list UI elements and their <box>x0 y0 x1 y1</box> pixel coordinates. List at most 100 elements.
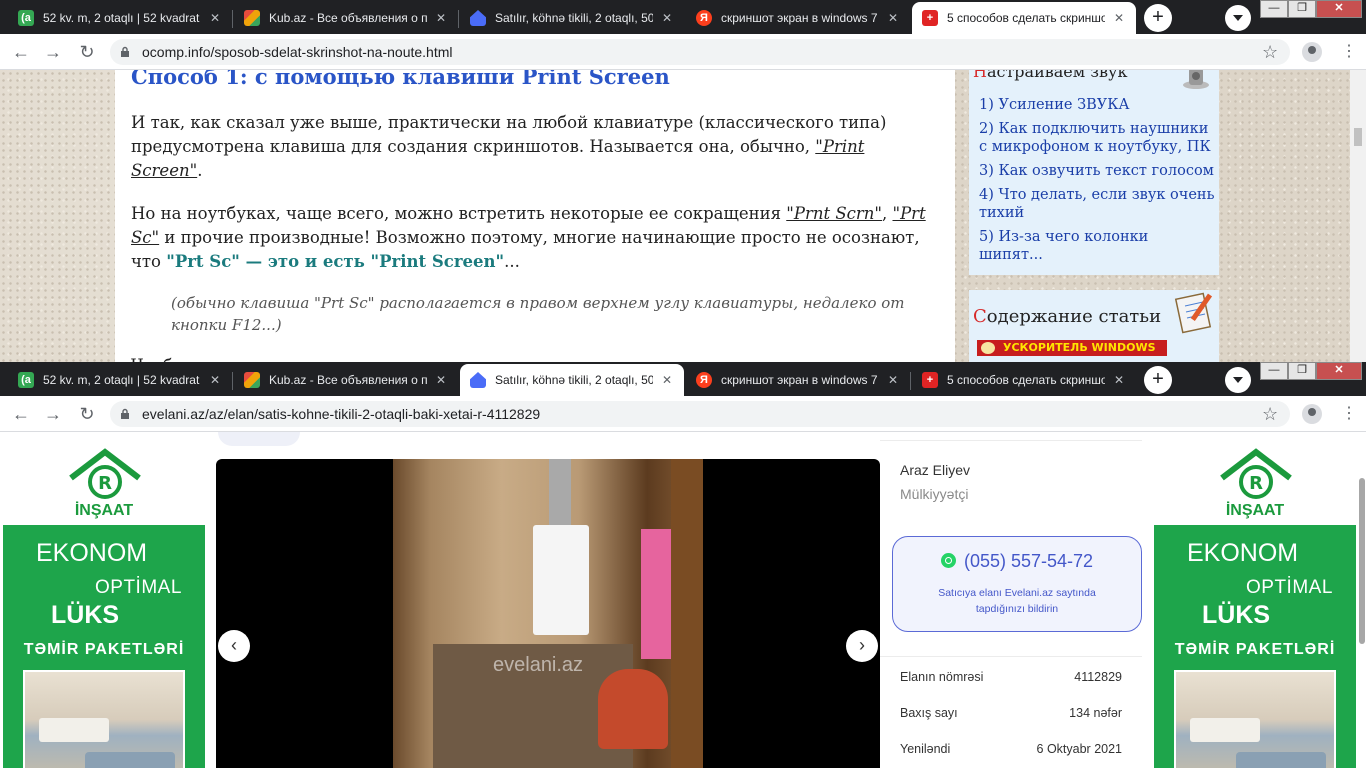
highlight-text: "Prt Sc" — это и есть "Print Screen" <box>166 252 505 271</box>
address-bar[interactable]: ocomp.info/sposob-sdelat-skrinshot-na-no… <box>110 39 1290 65</box>
tab-close-icon[interactable]: ✕ <box>207 372 223 388</box>
ad-brand: İNŞAAT <box>1225 502 1285 519</box>
tab-close-icon[interactable]: ✕ <box>433 372 449 388</box>
ad-banner-left[interactable]: R İNŞAAT EKONOM OPTİMAL LÜKS TƏMİR PAKET… <box>3 440 205 768</box>
sidebar-link[interactable]: 3) Как озвучить текст голосом <box>979 162 1215 180</box>
top-pill <box>218 432 300 446</box>
tab-search-icon[interactable] <box>1225 367 1251 393</box>
site-favicon-icon <box>244 372 260 388</box>
tab-strip: (a 52 kv. m, 2 otaqlı | 52 kvadrat m ✕ K… <box>0 0 1366 34</box>
bookmark-star-icon[interactable]: ☆ <box>1262 403 1278 425</box>
close-window-button[interactable]: ✕ <box>1316 362 1362 380</box>
tab-5-sposobov[interactable]: + 5 способов сделать скриншот ✕ <box>912 2 1136 34</box>
reload-icon[interactable]: ↻ <box>76 41 98 63</box>
tab-satilir[interactable]: Satılır, köhnə tikili, 2 otaqlı, 50 ✕ <box>460 364 684 396</box>
house-logo-icon: R <box>69 448 141 499</box>
svg-text:R: R <box>1249 473 1263 494</box>
ad-banner-right[interactable]: R İNŞAAT EKONOM OPTİMAL LÜKS TƏMİR PAKET… <box>1154 440 1356 768</box>
maximize-button[interactable]: ❐ <box>1288 0 1316 18</box>
forward-arrow-icon[interactable]: → <box>42 41 64 63</box>
page-content-ocomp: Способ 1: с помощью клавиши Print Screen… <box>0 70 1366 362</box>
tab-close-icon[interactable]: ✕ <box>433 10 449 26</box>
tab-satilir[interactable]: Satılır, köhnə tikili, 2 otaqlı, 50 ✕ <box>460 2 684 34</box>
site-favicon-icon: (a <box>18 372 34 388</box>
tab-title: скриншот экран в windows 7 <box>721 373 878 387</box>
scrollbar[interactable] <box>1350 70 1366 362</box>
yandex-favicon-icon: Я <box>696 10 712 26</box>
tab-title: 5 способов сделать скриншот <box>947 11 1105 25</box>
tab-search-icon[interactable] <box>1225 5 1251 31</box>
maximize-button[interactable]: ❐ <box>1288 362 1316 380</box>
tab-close-icon[interactable]: ✕ <box>1111 372 1127 388</box>
lock-icon <box>121 408 129 419</box>
tab-title: Kub.az - Все объявления о пр <box>269 11 427 25</box>
tab-strip: (a 52 kv. m, 2 otaqlı | 52 kvadrat m ✕ K… <box>0 362 1366 396</box>
gallery-next-button[interactable]: › <box>846 630 878 662</box>
tab-close-icon[interactable]: ✕ <box>659 372 675 388</box>
tab-yandex-search[interactable]: Я скриншот экран в windows 7 ✕ <box>686 364 911 396</box>
sidebar-link[interactable]: 4) Что делать, если звук очень тихий <box>979 186 1215 222</box>
yandex-favicon-icon: Я <box>696 372 712 388</box>
ocomp-favicon-icon: + <box>922 372 938 388</box>
phone-number[interactable]: (055) 557-54-72 <box>893 551 1141 572</box>
prnt-scrn-link[interactable]: "Prnt Scrn" <box>786 204 882 223</box>
tab-close-icon[interactable]: ✕ <box>885 10 901 26</box>
tab-close-icon[interactable]: ✕ <box>1111 10 1127 26</box>
tab-close-icon[interactable]: ✕ <box>207 10 223 26</box>
tab-close-icon[interactable]: ✕ <box>885 372 901 388</box>
minimize-button[interactable]: — <box>1260 362 1288 380</box>
scrollbar[interactable] <box>1356 432 1366 768</box>
tab-52-kv-m[interactable]: (a 52 kv. m, 2 otaqlı | 52 kvadrat m ✕ <box>8 2 233 34</box>
ocomp-favicon-icon: + <box>922 10 938 26</box>
detail-row: Elanın nömrəsi 4112829 <box>900 670 1122 684</box>
ad-room-image <box>23 670 185 768</box>
back-arrow-icon[interactable]: ← <box>10 403 32 425</box>
url-text: evelani.az/az/elan/satis-kohne-tikili-2-… <box>142 406 541 422</box>
sidebar-link[interactable]: 5) Из-за чего колонки шипят... <box>979 228 1215 264</box>
photo-gallery[interactable]: evelani.az ‹ › <box>216 459 880 768</box>
forward-arrow-icon[interactable]: → <box>42 403 64 425</box>
sidebar-contents-widget: Содержание статьи УСКОРИТЕЛЬ WINDOWS <box>969 290 1219 362</box>
phone-box[interactable]: (055) 557-54-72 Satıcıya elanı Evelani.a… <box>892 536 1142 632</box>
tab-kub-az[interactable]: Kub.az - Все объявления о пр ✕ <box>234 364 458 396</box>
close-window-button[interactable]: ✕ <box>1316 0 1362 18</box>
detail-row: Baxış sayı 134 nəfər <box>900 706 1122 720</box>
ad-room-image <box>1174 670 1336 768</box>
minimize-button[interactable]: — <box>1260 0 1288 18</box>
windows-accelerator-banner[interactable]: УСКОРИТЕЛЬ WINDOWS <box>977 340 1167 356</box>
article-body: Способ 1: с помощью клавиши Print Screen… <box>115 70 955 362</box>
menu-kebab-icon[interactable]: ⋮ <box>1341 42 1357 62</box>
tab-kub-az[interactable]: Kub.az - Все объявления о пр ✕ <box>234 2 459 34</box>
phone-note: Satıcıya elanı Evelani.az saytında tapdı… <box>938 587 1096 615</box>
tab-52-kv-m[interactable]: (a 52 kv. m, 2 otaqlı | 52 kvadrat m ✕ <box>8 364 233 396</box>
new-tab-button[interactable]: + <box>1144 366 1172 394</box>
tab-title: скриншот экран в windows 7 <box>721 11 878 25</box>
bookmark-star-icon[interactable]: ☆ <box>1262 41 1278 63</box>
tab-5-sposobov[interactable]: + 5 способов сделать скриншот ✕ <box>912 364 1136 396</box>
reload-icon[interactable]: ↻ <box>76 403 98 425</box>
gallery-prev-button[interactable]: ‹ <box>218 630 250 662</box>
ad-brand: İNŞAAT <box>74 502 134 519</box>
tab-close-icon[interactable]: ✕ <box>659 10 675 26</box>
seller-role: Mülkiyyətçi <box>900 486 969 502</box>
scrollbar-thumb[interactable] <box>1354 128 1362 146</box>
whatsapp-icon <box>940 553 956 568</box>
profile-avatar-icon[interactable] <box>1302 42 1322 62</box>
profile-avatar-icon[interactable] <box>1302 404 1322 424</box>
lock-icon <box>121 46 129 57</box>
address-bar[interactable]: evelani.az/az/elan/satis-kohne-tikili-2-… <box>110 401 1290 427</box>
tab-yandex-search[interactable]: Я скриншот экран в windows 7 ✕ <box>686 2 910 34</box>
back-arrow-icon[interactable]: ← <box>10 41 32 63</box>
sidebar-link[interactable]: 1) Усиление ЗВУКА <box>979 96 1215 114</box>
seller-name[interactable]: Araz Eliyev <box>900 462 970 478</box>
house-favicon-icon <box>470 372 486 388</box>
new-tab-button[interactable]: + <box>1144 4 1172 32</box>
browser-window-top: (a 52 kv. m, 2 otaqlı | 52 kvadrat m ✕ K… <box>0 0 1366 362</box>
house-logo-icon: R <box>1220 448 1292 499</box>
sidebar-title: Настраиваем звук <box>973 70 1128 81</box>
page-content-evelani: R İNŞAAT EKONOM OPTİMAL LÜKS TƏMİR PAKET… <box>0 432 1366 768</box>
tab-title: Satılır, köhnə tikili, 2 otaqlı, 50 <box>495 373 653 387</box>
scrollbar-thumb[interactable] <box>1359 478 1365 644</box>
menu-kebab-icon[interactable]: ⋮ <box>1341 404 1357 424</box>
sidebar-link[interactable]: 2) Как подключить наушники с микрофоном … <box>979 120 1215 156</box>
